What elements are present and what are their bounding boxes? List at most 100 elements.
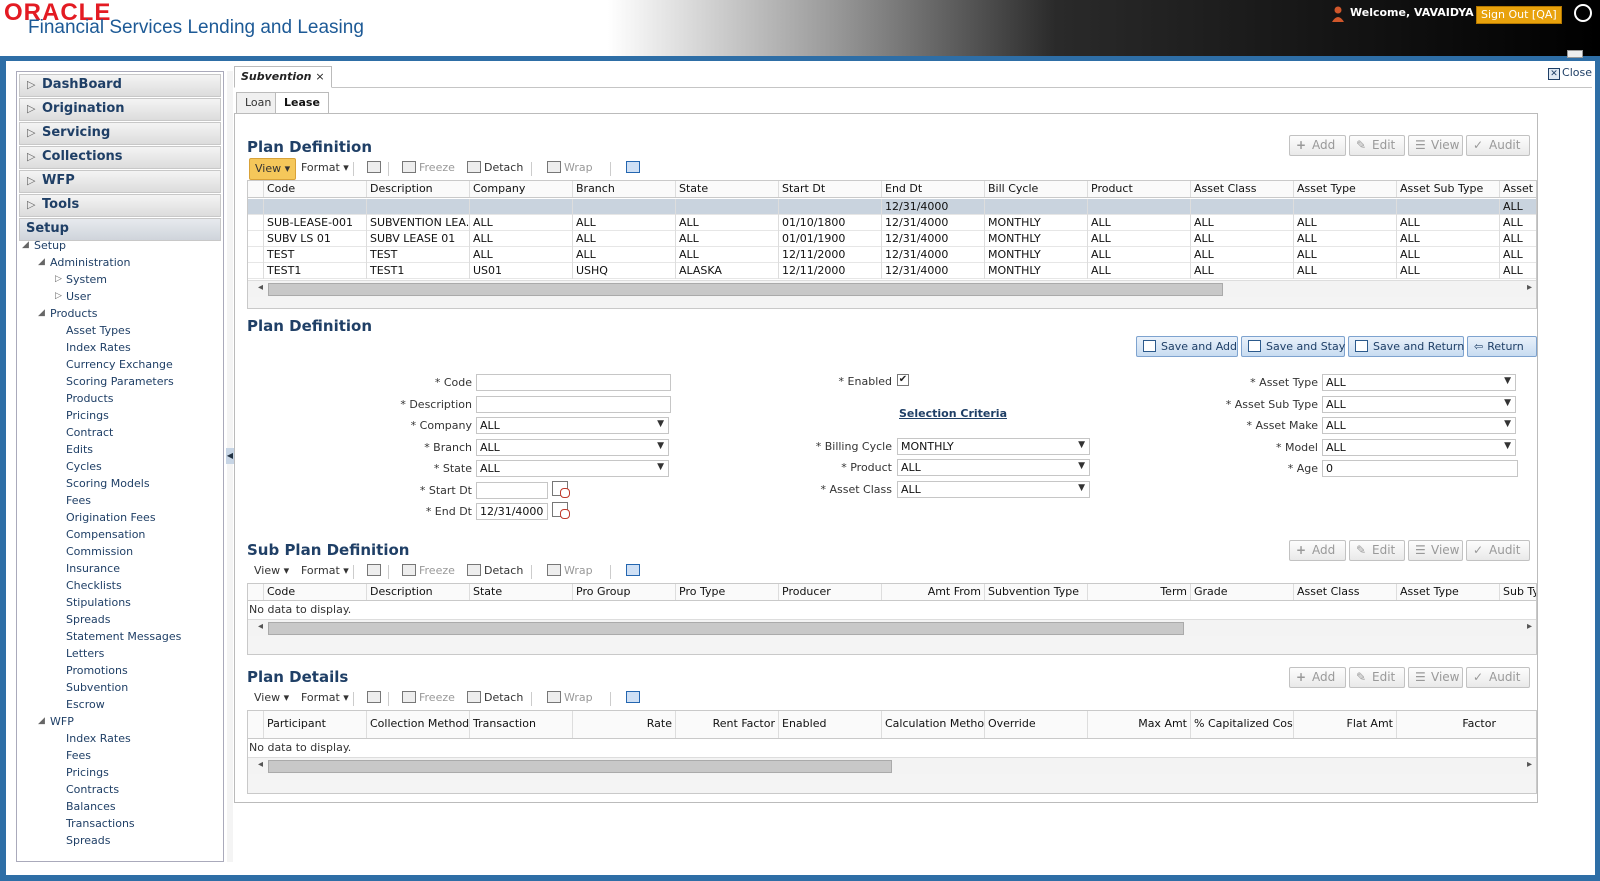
- view-menu[interactable]: View ▾: [249, 561, 294, 583]
- audit-button[interactable]: ✓ Audit: [1466, 135, 1530, 156]
- detach-button[interactable]: Detach: [462, 158, 528, 180]
- company-select[interactable]: ALL ▼: [476, 417, 669, 434]
- column-header[interactable]: Max Amt: [1087, 711, 1190, 738]
- column-header[interactable]: Calculation Method: [881, 711, 984, 738]
- format-menu[interactable]: Format ▾: [296, 561, 354, 583]
- tree-node[interactable]: Promotions: [17, 663, 223, 680]
- scroll-left-icon[interactable]: ◂: [258, 282, 263, 293]
- column-header[interactable]: Grade: [1190, 584, 1293, 600]
- asset-type-select[interactable]: ALL ▼: [1322, 374, 1516, 391]
- view-menu[interactable]: View ▾: [249, 158, 297, 180]
- detach-button[interactable]: Detach: [462, 561, 528, 583]
- view-button[interactable]: ☰ View: [1408, 135, 1463, 156]
- sign-out-button[interactable]: Sign Out [QA]: [1476, 6, 1562, 24]
- tree-node[interactable]: ▷ System: [17, 272, 223, 289]
- refresh-icon[interactable]: [621, 688, 648, 710]
- column-header[interactable]: Factor: [1396, 711, 1499, 738]
- view-button[interactable]: ☰ View: [1408, 540, 1463, 561]
- horizontal-scrollbar[interactable]: ◂ ▸: [248, 619, 1536, 636]
- view-button[interactable]: ☰ View: [1408, 667, 1463, 688]
- refresh-icon[interactable]: [621, 158, 648, 180]
- column-header[interactable]: Sub Type: [1499, 584, 1536, 600]
- tree-node-wfp[interactable]: ◢ WFP: [17, 714, 223, 731]
- model-select[interactable]: ALL ▼: [1322, 439, 1516, 456]
- tab-lease[interactable]: Lease: [275, 92, 329, 114]
- table-row[interactable]: 12/31/4000 ALL: [248, 199, 1536, 215]
- tree-node[interactable]: Compensation: [17, 527, 223, 544]
- calendar-icon[interactable]: [552, 502, 570, 519]
- column-header[interactable]: Subvention Type: [984, 584, 1087, 600]
- column-header[interactable]: Rent Factor: [675, 711, 778, 738]
- menu-dashboard[interactable]: ▷ DashBoard: [19, 74, 221, 97]
- scroll-left-icon[interactable]: ◂: [258, 759, 263, 770]
- tree-node[interactable]: Edits: [17, 442, 223, 459]
- enabled-checkbox[interactable]: ✔: [897, 374, 909, 386]
- column-header[interactable]: Company: [469, 181, 572, 197]
- tree-node[interactable]: Stipulations: [17, 595, 223, 612]
- scroll-right-icon[interactable]: ▸: [1527, 282, 1532, 293]
- column-header[interactable]: Asset Class: [1190, 181, 1293, 197]
- column-header[interactable]: Code: [263, 584, 366, 600]
- scroll-top-icon[interactable]: [1567, 50, 1583, 58]
- menu-collections[interactable]: ▷ Collections: [19, 146, 221, 169]
- return-button[interactable]: ⇦ Return: [1467, 336, 1537, 357]
- power-icon[interactable]: [1574, 4, 1592, 22]
- column-header[interactable]: Term: [1087, 584, 1190, 600]
- tree-node-administration[interactable]: ◢ Administration: [17, 255, 223, 272]
- tree-node[interactable]: Escrow: [17, 697, 223, 714]
- column-header[interactable]: End Dt: [881, 181, 984, 197]
- welcome-menu[interactable]: Welcome, VAVAIDYA ▾: [1334, 6, 1483, 19]
- scroll-thumb[interactable]: [268, 622, 1184, 635]
- freeze-button[interactable]: Freeze: [397, 158, 460, 180]
- branch-select[interactable]: ALL ▼: [476, 439, 669, 456]
- column-header[interactable]: Pro Type: [675, 584, 778, 600]
- refresh-icon[interactable]: [621, 561, 648, 583]
- add-button[interactable]: + Add: [1289, 540, 1346, 561]
- format-menu[interactable]: Format ▾: [296, 688, 354, 710]
- horizontal-scrollbar[interactable]: ◂ ▸: [248, 280, 1536, 297]
- column-header[interactable]: Flat Amt: [1293, 711, 1396, 738]
- column-header[interactable]: Asset Class: [1293, 584, 1396, 600]
- tree-node[interactable]: Contract: [17, 425, 223, 442]
- column-header[interactable]: Description: [366, 181, 469, 197]
- add-button[interactable]: + Add: [1289, 135, 1346, 156]
- format-menu[interactable]: Format ▾: [296, 158, 354, 180]
- collapse-sidebar-icon[interactable]: ◀: [226, 448, 234, 464]
- column-header[interactable]: Asset Ma: [1499, 181, 1536, 197]
- edit-button[interactable]: ✎ Edit: [1349, 667, 1405, 688]
- menu-wfp[interactable]: ▷ WFP: [19, 170, 221, 193]
- column-header[interactable]: Asset Sub Type: [1396, 181, 1499, 197]
- column-header[interactable]: Branch: [572, 181, 675, 197]
- table-row[interactable]: SUBV LS 01 SUBV LEASE 01 ALL ALL ALL 01/01/19…: [248, 231, 1536, 247]
- scroll-right-icon[interactable]: ▸: [1527, 759, 1532, 770]
- column-header[interactable]: Pro Group: [572, 584, 675, 600]
- column-header[interactable]: Collection Method: [366, 711, 469, 738]
- close-button[interactable]: ✕ Close: [1548, 66, 1592, 80]
- table-row[interactable]: TEST1 TEST1 US01 USHQ ALASKA 12/11/2000 12/31/…: [248, 263, 1536, 279]
- wrap-button[interactable]: Wrap: [542, 688, 598, 710]
- age-input[interactable]: 0: [1322, 460, 1518, 477]
- column-header[interactable]: Participant: [263, 711, 366, 738]
- calendar-icon[interactable]: [552, 481, 570, 498]
- column-header[interactable]: State: [469, 584, 572, 600]
- tree-node[interactable]: Fees: [17, 493, 223, 510]
- horizontal-scrollbar[interactable]: ◂ ▸: [248, 757, 1536, 774]
- tree-node-setup[interactable]: ◢ Setup: [17, 238, 223, 255]
- column-header[interactable]: Bill Cycle: [984, 181, 1087, 197]
- tree-node[interactable]: Statement Messages: [17, 629, 223, 646]
- asset-sub-type-select[interactable]: ALL ▼: [1322, 396, 1516, 413]
- tab-subvention[interactable]: Subvention ×: [234, 66, 332, 88]
- end-dt-input[interactable]: 12/31/4000: [476, 503, 548, 520]
- tree-node[interactable]: Spreads: [17, 612, 223, 629]
- product-select[interactable]: ALL ▼: [897, 459, 1090, 476]
- export-icon[interactable]: [362, 688, 389, 710]
- tree-node[interactable]: Balances: [17, 799, 223, 816]
- column-header[interactable]: Start Dt: [778, 181, 881, 197]
- scroll-thumb[interactable]: [268, 283, 1223, 296]
- tree-node[interactable]: Products: [17, 391, 223, 408]
- start-dt-input[interactable]: [476, 482, 548, 499]
- column-header[interactable]: % Capitalized Cost: [1190, 711, 1293, 738]
- menu-servicing[interactable]: ▷ Servicing: [19, 122, 221, 145]
- scroll-right-icon[interactable]: ▸: [1527, 621, 1532, 632]
- column-header[interactable]: Rate: [572, 711, 675, 738]
